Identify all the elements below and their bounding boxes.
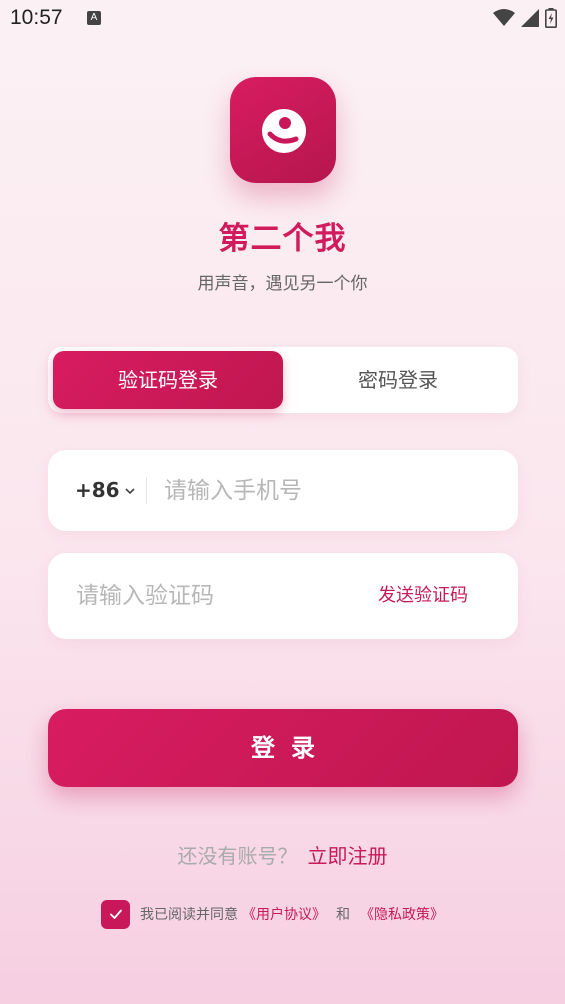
agreement-prefix: 我已阅读并同意 xyxy=(140,907,238,923)
country-code-selector[interactable]: +86 xyxy=(75,450,136,531)
user-agreement-link[interactable]: 《用户协议》 xyxy=(242,904,326,924)
status-bar: 10:57 A xyxy=(0,0,565,38)
agreement-row: 我已阅读并同意 《用户协议》 和 《隐私政策》 xyxy=(101,899,448,929)
app-logo xyxy=(230,77,336,183)
verification-code-input[interactable] xyxy=(76,575,336,617)
phone-field: +86 xyxy=(48,450,518,531)
login-mode-tabs: 验证码登录 密码登录 xyxy=(48,347,518,413)
phone-input[interactable] xyxy=(164,470,494,511)
wifi-icon xyxy=(493,9,515,26)
register-row: 还没有账号？ 立即注册 xyxy=(0,840,565,869)
signal-icon xyxy=(521,9,539,27)
notification-icon: A xyxy=(87,11,101,25)
login-button[interactable]: 登录 xyxy=(48,709,518,787)
chevron-down-icon xyxy=(125,487,135,494)
register-hint: 还没有账号？ xyxy=(177,844,298,868)
agreement-and: 和 xyxy=(336,907,350,923)
tab-password-login[interactable]: 密码登录 xyxy=(283,351,513,409)
status-icons xyxy=(493,8,557,28)
status-time: 10:57 xyxy=(10,6,63,29)
privacy-policy-link[interactable]: 《隐私政策》 xyxy=(360,904,444,924)
register-link[interactable]: 立即注册 xyxy=(308,844,388,868)
battery-icon xyxy=(545,8,557,28)
country-code-label: +86 xyxy=(75,478,120,502)
agreement-checkbox[interactable] xyxy=(101,899,130,929)
field-divider xyxy=(146,477,147,504)
app-name: 第二个我 xyxy=(218,221,347,257)
app-slogan: 用声音，遇见另一个你 xyxy=(197,274,368,294)
send-code-button[interactable]: 发送验证码 xyxy=(378,553,468,639)
check-icon xyxy=(109,909,122,919)
tab-sms-login[interactable]: 验证码登录 xyxy=(53,351,283,409)
code-field: 发送验证码 xyxy=(48,553,518,639)
voice-avatar-icon xyxy=(262,109,306,153)
